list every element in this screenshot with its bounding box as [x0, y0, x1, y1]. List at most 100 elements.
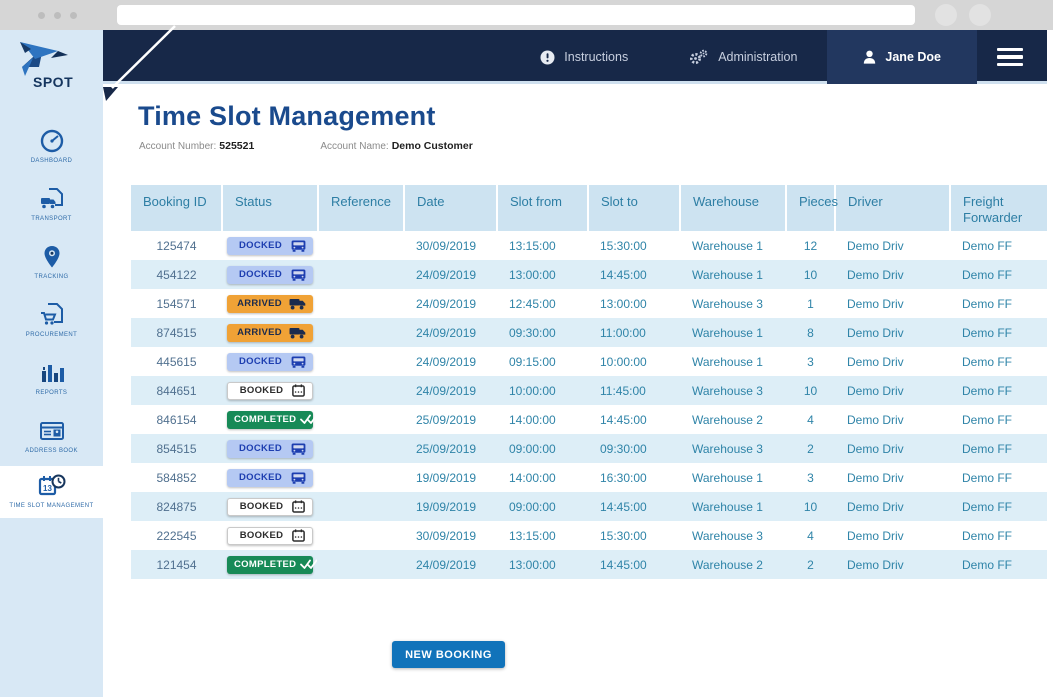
double-check-icon	[300, 414, 317, 425]
slot-from-cell: 10:00:00	[497, 376, 588, 405]
table-row[interactable]: 844651BOOKED24/09/201910:00:0011:45:00Wa…	[131, 376, 1047, 405]
table-row[interactable]: 824875BOOKED19/09/201909:00:0014:45:00Wa…	[131, 492, 1047, 521]
status-cell: ARRIVED	[222, 289, 318, 318]
browser-action-button[interactable]	[969, 4, 991, 26]
reference-cell	[318, 376, 404, 405]
window-control-dot[interactable]	[54, 12, 61, 19]
reference-cell	[318, 405, 404, 434]
pieces-cell: 2	[786, 550, 835, 579]
account-number: Account Number:525521	[139, 140, 254, 152]
booking-id-cell: 454122	[131, 260, 222, 289]
status-badge: DOCKED	[227, 440, 313, 458]
truck-front-icon	[291, 356, 306, 368]
sidebar-item-dashboard[interactable]: DASHBOARD	[0, 118, 103, 176]
column-header-driver: Driver	[835, 185, 950, 231]
window-control-dot[interactable]	[38, 12, 45, 19]
map-pin-icon	[39, 244, 65, 270]
spot-logo[interactable]: SPOT	[0, 30, 103, 104]
driver-cell: Demo Driv	[835, 376, 950, 405]
slot-to-cell: 09:30:00	[588, 434, 680, 463]
date-cell: 24/09/2019	[404, 347, 497, 376]
date-cell: 30/09/2019	[404, 521, 497, 550]
warehouse-cell: Warehouse 3	[680, 434, 786, 463]
column-header-freight-forwarder: Freight Forwarder	[950, 185, 1047, 231]
address-bar[interactable]	[117, 5, 915, 25]
table-header-row: Booking IDStatusReferenceDateSlot fromSl…	[131, 185, 1047, 231]
slot-from-cell: 09:00:00	[497, 492, 588, 521]
slot-from-cell: 13:15:00	[497, 231, 588, 260]
window-control-dot[interactable]	[70, 12, 77, 19]
table-row[interactable]: 154571ARRIVED24/09/201912:45:0013:00:00W…	[131, 289, 1047, 318]
freight-forwarder-cell: Demo FF	[950, 434, 1047, 463]
table-row[interactable]: 125474DOCKED30/09/201913:15:0015:30:00Wa…	[131, 231, 1047, 260]
status-cell: BOOKED	[222, 376, 318, 405]
slot-from-cell: 13:15:00	[497, 521, 588, 550]
date-cell: 25/09/2019	[404, 434, 497, 463]
warehouse-cell: Warehouse 1	[680, 231, 786, 260]
table-row[interactable]: 445615DOCKED24/09/201909:15:0010:00:00Wa…	[131, 347, 1047, 376]
top-navbar: Instructions Administration Jane Doe	[103, 30, 1047, 84]
table-row[interactable]: 854515DOCKED25/09/201909:00:0009:30:00Wa…	[131, 434, 1047, 463]
sidebar-item-time-slot-management[interactable]: 13 TIME SLOT MANAGEMENT	[0, 466, 103, 518]
nav-administration[interactable]: Administration	[658, 30, 827, 84]
slot-from-cell: 12:45:00	[497, 289, 588, 318]
browser-chrome	[0, 0, 1053, 30]
navbar-items: Instructions Administration Jane Doe	[510, 30, 1047, 84]
calendar-icon	[292, 529, 305, 542]
table-row[interactable]: 846154COMPLETED25/09/201914:00:0014:45:0…	[131, 405, 1047, 434]
new-booking-button[interactable]: NEW BOOKING	[392, 641, 505, 668]
status-badge: BOOKED	[227, 382, 313, 400]
table-row[interactable]: 454122DOCKED24/09/201913:00:0014:45:00Wa…	[131, 260, 1047, 289]
column-header-slot-from: Slot from	[497, 185, 588, 231]
warehouse-cell: Warehouse 1	[680, 463, 786, 492]
table-row[interactable]: 121454COMPLETED24/09/201913:00:0014:45:0…	[131, 550, 1047, 579]
status-cell: DOCKED	[222, 463, 318, 492]
freight-forwarder-cell: Demo FF	[950, 318, 1047, 347]
status-badge: DOCKED	[227, 353, 313, 371]
nav-user-menu[interactable]: Jane Doe	[827, 30, 977, 84]
sidebar: SPOT DASHBOARD TRANSPORT TRACKING	[0, 30, 103, 697]
booking-id-cell: 125474	[131, 231, 222, 260]
sidebar-item-procurement[interactable]: PROCUREMENT	[0, 292, 103, 350]
reference-cell	[318, 231, 404, 260]
driver-cell: Demo Driv	[835, 318, 950, 347]
booking-id-cell: 824875	[131, 492, 222, 521]
svg-text:13: 13	[43, 484, 52, 493]
sidebar-item-address-book[interactable]: ADDRESS BOOK	[0, 408, 103, 466]
bar-chart-icon	[39, 360, 65, 386]
date-cell: 30/09/2019	[404, 231, 497, 260]
pieces-cell: 10	[786, 260, 835, 289]
freight-forwarder-cell: Demo FF	[950, 231, 1047, 260]
calendar-icon	[292, 384, 305, 397]
nav-instructions[interactable]: Instructions	[510, 30, 658, 84]
hamburger-menu-icon[interactable]	[977, 30, 1043, 84]
driver-cell: Demo Driv	[835, 521, 950, 550]
table-row[interactable]: 584852DOCKED19/09/201914:00:0016:30:00Wa…	[131, 463, 1047, 492]
freight-forwarder-cell: Demo FF	[950, 289, 1047, 318]
booking-id-cell: 844651	[131, 376, 222, 405]
warehouse-cell: Warehouse 2	[680, 405, 786, 434]
truck-front-icon	[291, 240, 306, 252]
pieces-cell: 10	[786, 376, 835, 405]
browser-action-button[interactable]	[935, 4, 957, 26]
table-row[interactable]: 222545BOOKED30/09/201913:15:0015:30:00Wa…	[131, 521, 1047, 550]
table-row[interactable]: 874515ARRIVED24/09/201909:30:0011:00:00W…	[131, 318, 1047, 347]
status-badge: COMPLETED	[227, 556, 313, 574]
main-content: Time Slot Management Account Number:5255…	[103, 84, 1047, 697]
reference-cell	[318, 289, 404, 318]
pieces-cell: 1	[786, 289, 835, 318]
slot-from-cell: 14:00:00	[497, 405, 588, 434]
warehouse-cell: Warehouse 2	[680, 550, 786, 579]
sidebar-item-reports[interactable]: REPORTS	[0, 350, 103, 408]
calendar-icon	[292, 500, 305, 513]
slot-from-cell: 09:00:00	[497, 434, 588, 463]
pieces-cell: 3	[786, 347, 835, 376]
sidebar-item-transport[interactable]: TRANSPORT	[0, 176, 103, 234]
sidebar-item-tracking[interactable]: TRACKING	[0, 234, 103, 292]
warehouse-cell: Warehouse 1	[680, 492, 786, 521]
column-header-pieces: Pieces	[786, 185, 835, 231]
status-badge: DOCKED	[227, 469, 313, 487]
warehouse-cell: Warehouse 1	[680, 260, 786, 289]
column-header-booking-id: Booking ID	[131, 185, 222, 231]
freight-forwarder-cell: Demo FF	[950, 550, 1047, 579]
